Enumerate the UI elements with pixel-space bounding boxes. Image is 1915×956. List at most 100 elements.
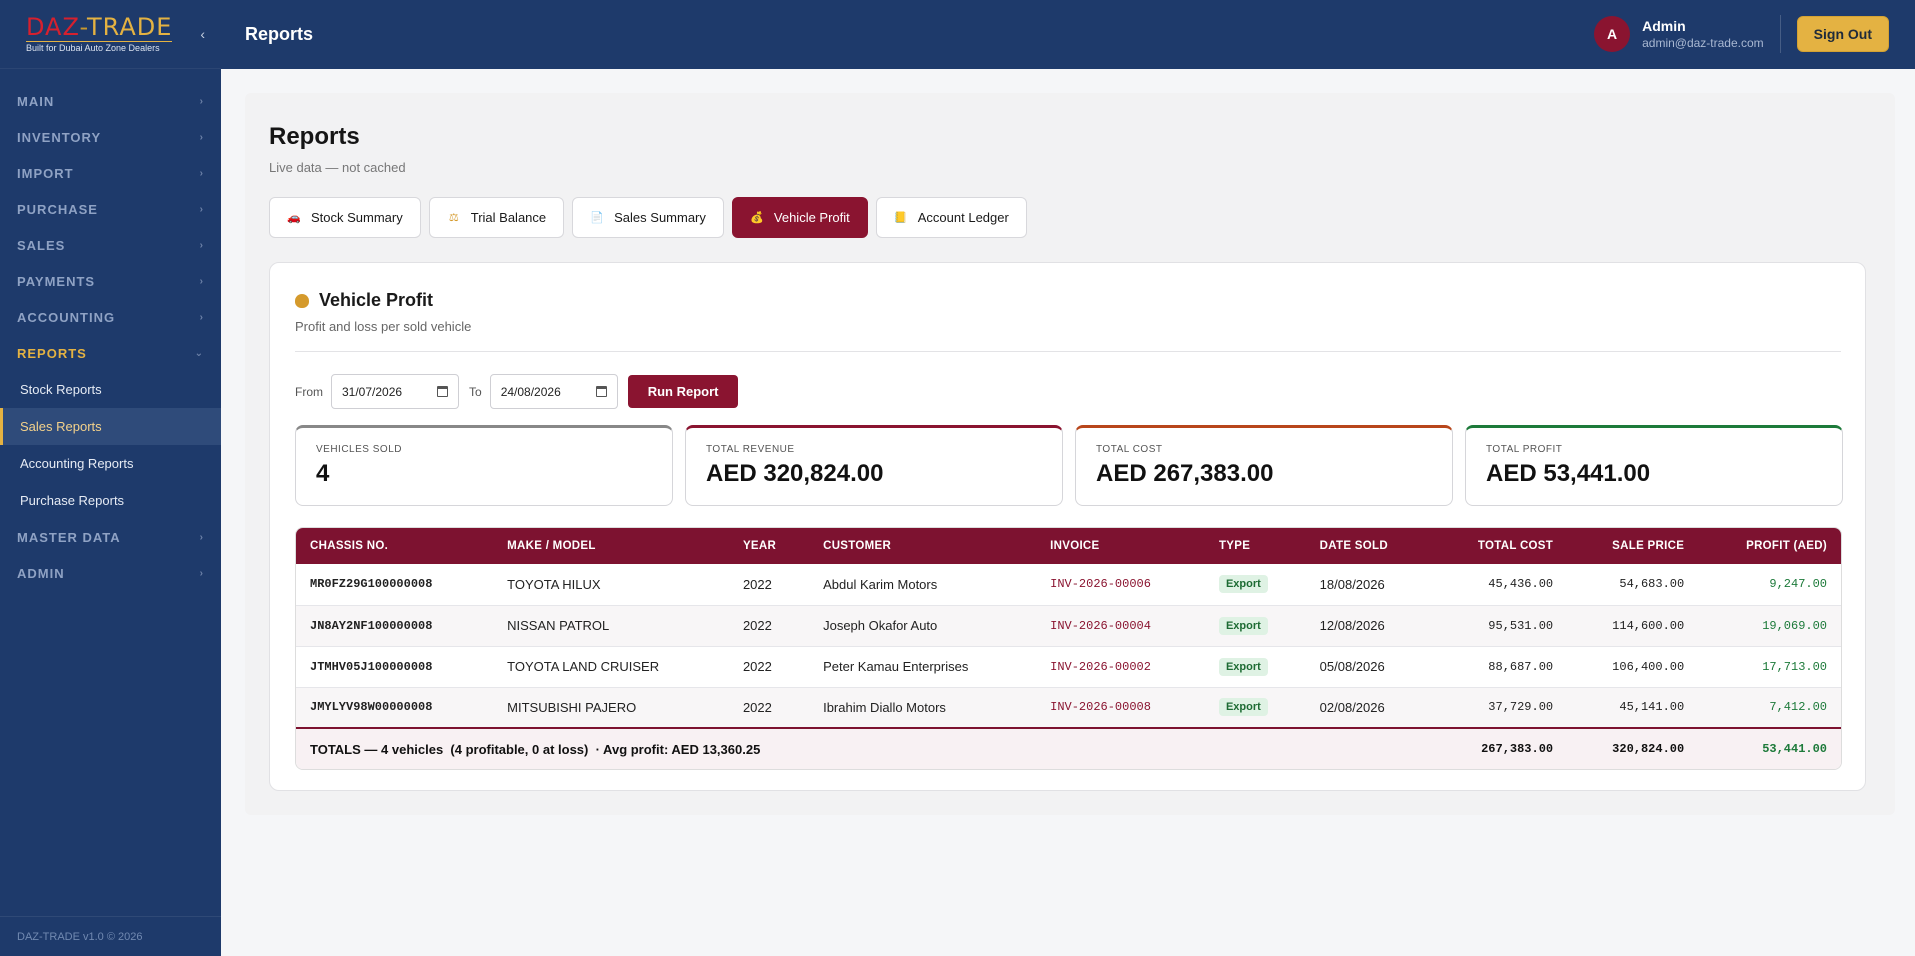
- stat-value: AED 320,824.00: [706, 460, 884, 487]
- cell-invoice-link[interactable]: INV-2026-00004: [1036, 605, 1205, 646]
- header-title: Reports: [245, 24, 314, 44]
- sidebar-item-sales-reports[interactable]: Sales Reports: [0, 408, 221, 445]
- from-label: From: [295, 384, 323, 399]
- scale-icon: ⚖: [448, 212, 459, 224]
- top-header: Reports A Admin admin@daz-trade.com Sign…: [221, 0, 1915, 69]
- nav-group-reports[interactable]: REPORTS ⌄: [0, 335, 221, 371]
- col-profit[interactable]: PROFIT (AED): [1698, 528, 1841, 564]
- col-sale-price[interactable]: SALE PRICE: [1567, 528, 1698, 564]
- sidebar-item-accounting-reports[interactable]: Accounting Reports: [0, 445, 221, 482]
- cell-invoice-link[interactable]: INV-2026-00008: [1036, 687, 1205, 728]
- nav-group-accounting[interactable]: ACCOUNTING ›: [0, 299, 221, 335]
- table-row[interactable]: JN8AY2NF100000008 NISSAN PATROL 2022 Jos…: [296, 605, 1841, 646]
- cell-type: Export: [1205, 687, 1306, 728]
- to-date-input[interactable]: 24/08/2026: [489, 374, 618, 409]
- nav-group-payments[interactable]: PAYMENTS ›: [0, 263, 221, 299]
- cell-customer: Abdul Karim Motors: [823, 576, 938, 592]
- type-badge: Export: [1218, 657, 1268, 676]
- nav-group-sales[interactable]: SALES ›: [0, 227, 221, 263]
- nav-group-admin[interactable]: ADMIN ›: [0, 555, 221, 591]
- cell-cost: 45,436.00: [1488, 577, 1554, 592]
- collapse-sidebar-icon[interactable]: ‹: [200, 26, 205, 42]
- vehicle-profit-card: Vehicle Profit Profit and loss per sold …: [269, 262, 1866, 791]
- cell-model: TOYOTA HILUX: [507, 576, 601, 592]
- avatar[interactable]: A: [1594, 16, 1631, 52]
- col-customer[interactable]: CUSTOMER: [809, 528, 1036, 564]
- chevron-right-icon: ›: [199, 275, 204, 287]
- brand: DAZ-TRADE Built for Dubai Auto Zone Deal…: [0, 0, 221, 69]
- tab-vehicle-profit[interactable]: 💰 Vehicle Profit: [731, 197, 868, 238]
- sidebar-item-purchase-reports[interactable]: Purchase Reports: [0, 482, 221, 519]
- to-date-value: 24/08/2026: [500, 384, 561, 399]
- totals-row: TOTALS — 4 vehicles (4 profitable, 0 at …: [296, 728, 1841, 769]
- cell-invoice-link[interactable]: INV-2026-00002: [1036, 646, 1205, 687]
- car-icon: 🚗: [287, 212, 301, 224]
- nav-group-import[interactable]: IMPORT ›: [0, 155, 221, 191]
- document-icon: 📄: [590, 212, 604, 224]
- tab-sales-summary[interactable]: 📄 Sales Summary: [572, 197, 724, 238]
- cell-date: 02/08/2026: [1319, 699, 1385, 715]
- logo-dash: -: [79, 13, 87, 41]
- table-row[interactable]: JTMHV05J100000008 TOYOTA LAND CRUISER 20…: [296, 646, 1841, 687]
- cell-date: 12/08/2026: [1319, 618, 1385, 633]
- nav-group-label: INVENTORY: [17, 129, 102, 145]
- type-badge: Export: [1218, 616, 1268, 635]
- from-date-input[interactable]: 31/07/2026: [331, 374, 459, 409]
- logo[interactable]: DAZ-TRADE Built for Dubai Auto Zone Deal…: [26, 13, 173, 53]
- stat-label: TOTAL PROFIT: [1486, 444, 1563, 455]
- cell-type: Export: [1205, 646, 1306, 687]
- nav-group-master-data[interactable]: MASTER DATA ›: [0, 519, 221, 555]
- col-make-model[interactable]: MAKE / MODEL: [493, 528, 729, 564]
- cell-customer: Ibrahim Diallo Motors: [823, 699, 946, 715]
- report-subtitle: Profit and loss per sold vehicle: [295, 319, 472, 334]
- nav-group-label: ACCOUNTING: [17, 309, 116, 325]
- cell-model: TOYOTA LAND CRUISER: [507, 659, 660, 674]
- nav-group-purchase[interactable]: PURCHASE ›: [0, 191, 221, 227]
- cell-customer: Joseph Okafor Auto: [823, 618, 938, 633]
- run-report-button[interactable]: Run Report: [627, 375, 739, 408]
- money-bag-icon: 💰: [750, 212, 764, 224]
- from-date-value: 31/07/2026: [342, 384, 403, 399]
- nav-group-label: PAYMENTS: [17, 273, 96, 289]
- tab-label: Stock Summary: [311, 210, 403, 225]
- totals-profit: 53,441.00: [1762, 742, 1827, 756]
- chevron-down-icon: ⌄: [194, 347, 204, 359]
- cell-price: 54,683.00: [1619, 577, 1685, 592]
- user-area: A Admin admin@daz-trade.com Sign Out: [1594, 15, 1889, 53]
- user-name: Admin: [1642, 18, 1686, 34]
- header-divider: [1779, 15, 1781, 53]
- profit-table: CHASSIS NO. MAKE / MODEL YEAR CUSTOMER I…: [296, 528, 1841, 769]
- divider: [295, 351, 1841, 352]
- logo-daz: DAZ: [26, 13, 80, 41]
- col-type[interactable]: TYPE: [1205, 528, 1306, 564]
- sidebar-item-stock-reports[interactable]: Stock Reports: [0, 371, 221, 408]
- nav-group-inventory[interactable]: INVENTORY ›: [0, 119, 221, 155]
- cell-profit: 7,412.00: [1769, 700, 1827, 715]
- page-subtitle: Live data — not cached: [269, 160, 406, 175]
- tab-stock-summary[interactable]: 🚗 Stock Summary: [269, 197, 421, 238]
- ledger-icon: 📒: [893, 212, 908, 224]
- chevron-right-icon: ›: [199, 131, 204, 143]
- cell-customer: Peter Kamau Enterprises: [823, 659, 969, 674]
- cell-profit: 9,247.00: [1769, 577, 1827, 592]
- col-chassis[interactable]: CHASSIS NO.: [296, 528, 493, 564]
- chevron-right-icon: ›: [199, 239, 204, 251]
- tab-trial-balance[interactable]: ⚖ Trial Balance: [428, 197, 565, 238]
- cell-model: MITSUBISHI PAJERO: [507, 699, 637, 715]
- col-year[interactable]: YEAR: [729, 528, 809, 564]
- table-row[interactable]: JMYLYV98W00000008 MITSUBISHI PAJERO 2022…: [296, 687, 1841, 728]
- cell-year: 2022: [742, 618, 772, 633]
- tab-account-ledger[interactable]: 📒 Account Ledger: [875, 197, 1027, 238]
- table-row[interactable]: MR0FZ29G100000008 TOYOTA HILUX 2022 Abdu…: [296, 564, 1841, 605]
- col-date-sold[interactable]: DATE SOLD: [1306, 528, 1432, 564]
- profit-table-wrapper: CHASSIS NO. MAKE / MODEL YEAR CUSTOMER I…: [295, 527, 1842, 770]
- calendar-icon[interactable]: [595, 386, 607, 397]
- col-total-cost[interactable]: TOTAL COST: [1432, 528, 1567, 564]
- nav-group-main[interactable]: MAIN ›: [0, 83, 221, 119]
- sign-out-button[interactable]: Sign Out: [1796, 16, 1889, 52]
- cell-price: 45,141.00: [1619, 700, 1685, 715]
- cell-invoice-link[interactable]: INV-2026-00006: [1036, 564, 1205, 605]
- col-invoice[interactable]: INVOICE: [1036, 528, 1205, 564]
- calendar-icon[interactable]: [437, 386, 448, 397]
- cell-year: 2022: [742, 576, 772, 592]
